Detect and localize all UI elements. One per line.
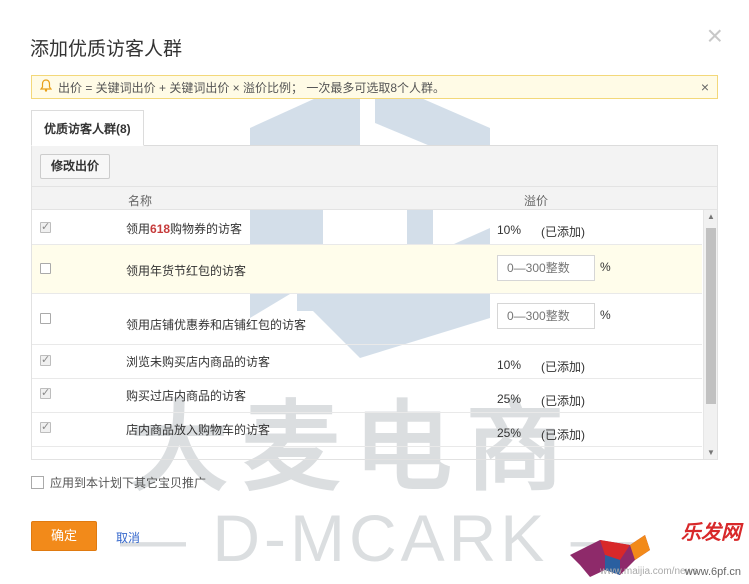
corner-url: www.6pf.cn — [684, 566, 741, 578]
percent-unit: % — [600, 260, 611, 274]
premium-value: 10% — [497, 358, 522, 372]
table-row: 浏览未购买店内商品的访客 10% (已添加) — [32, 345, 702, 379]
audience-name: 浏览未购买店内商品的访客 — [126, 355, 271, 369]
premium-value: 25% — [497, 392, 522, 406]
notice-close-icon[interactable]: × — [701, 79, 709, 95]
premium-value: 10% — [497, 223, 522, 237]
tab-quality-visitors[interactable]: 优质访客人群(8) — [31, 110, 144, 146]
table-header: 名称 溢价 — [32, 186, 717, 210]
audience-name: 购买过店内商品的访客 — [126, 389, 247, 403]
apply-all-option[interactable]: 应用到本计划下其它宝贝推广 — [31, 474, 206, 491]
corner-brand-text: 乐发网 — [681, 522, 741, 544]
corner-url-secondary: www.maijia.com/news — [600, 566, 698, 577]
notice-text: 出价 = 关键词出价 + 关键词出价 × 溢价比例； 一次最多可选取8个人群。 — [58, 80, 446, 95]
dialog-title: 添加优质访客人群 — [30, 39, 183, 60]
percent-unit: % — [600, 308, 611, 322]
add-audience-dialog: 大麦电商 — D-MCARK — 添加优质访客人群 × 出价 = 关键词出价 +… — [0, 0, 749, 584]
apply-all-label: 应用到本计划下其它宝贝推广 — [50, 476, 207, 490]
table-row: 店内商品放入购物车的访客 25% (已添加) — [32, 413, 702, 447]
scrollbar-thumb[interactable] — [706, 228, 716, 404]
edit-price-button[interactable]: 修改出价 — [40, 154, 111, 179]
status-added: (已添加) — [541, 225, 585, 239]
scroll-down-icon[interactable]: ▼ — [707, 448, 715, 457]
premium-value: 25% — [497, 426, 522, 440]
column-header-name: 名称 — [128, 194, 153, 208]
audience-name: 领用年货节红包的访客 — [126, 264, 247, 278]
row-checkbox[interactable] — [40, 353, 51, 366]
vertical-scrollbar[interactable]: ▲ ▼ — [703, 210, 717, 459]
row-checkbox[interactable] — [40, 220, 51, 233]
row-checkbox[interactable] — [40, 420, 51, 433]
table-row: 领用618购物券的访客 10% (已添加) — [32, 210, 702, 245]
bell-icon — [39, 79, 53, 95]
column-header-premium: 溢价 — [524, 194, 549, 208]
cancel-link[interactable]: 取消 — [116, 529, 140, 546]
premium-input[interactable] — [497, 255, 595, 281]
table-row: 领用年货节红包的访客 % — [32, 245, 702, 294]
table-body: 领用618购物券的访客 10% (已添加) 领用年货节红包的访客 % 领用店铺优… — [32, 210, 717, 459]
status-added: (已添加) — [541, 360, 585, 374]
table-row: 领用店铺优惠券和店铺红包的访客 % — [32, 294, 702, 345]
audience-name: 领用店铺优惠券和店铺红包的访客 — [126, 318, 307, 332]
table-row: 购买过店内商品的访客 25% (已添加) — [32, 379, 702, 413]
toolbar: 修改出价 — [32, 146, 717, 186]
scroll-up-icon[interactable]: ▲ — [707, 212, 715, 221]
status-added: (已添加) — [541, 428, 585, 442]
confirm-button[interactable]: 确定 — [31, 521, 97, 551]
audience-name: 店内商品放入购物车的访客 — [126, 423, 271, 437]
row-checkbox[interactable] — [40, 263, 51, 274]
status-added: (已添加) — [541, 394, 585, 408]
audience-panel: 修改出价 名称 溢价 领用618购物券的访客 10% (已添加) 领用年货节红包… — [31, 146, 718, 460]
premium-input[interactable] — [497, 303, 595, 329]
row-checkbox[interactable] — [40, 386, 51, 399]
audience-name: 领用618购物券的访客 — [126, 222, 243, 236]
tab-bar: 优质访客人群(8) — [31, 110, 718, 146]
close-icon[interactable]: × — [707, 22, 723, 50]
notice-bar: 出价 = 关键词出价 + 关键词出价 × 溢价比例； 一次最多可选取8个人群。 … — [31, 75, 718, 99]
apply-all-checkbox[interactable] — [31, 476, 44, 489]
row-checkbox[interactable] — [40, 313, 51, 324]
